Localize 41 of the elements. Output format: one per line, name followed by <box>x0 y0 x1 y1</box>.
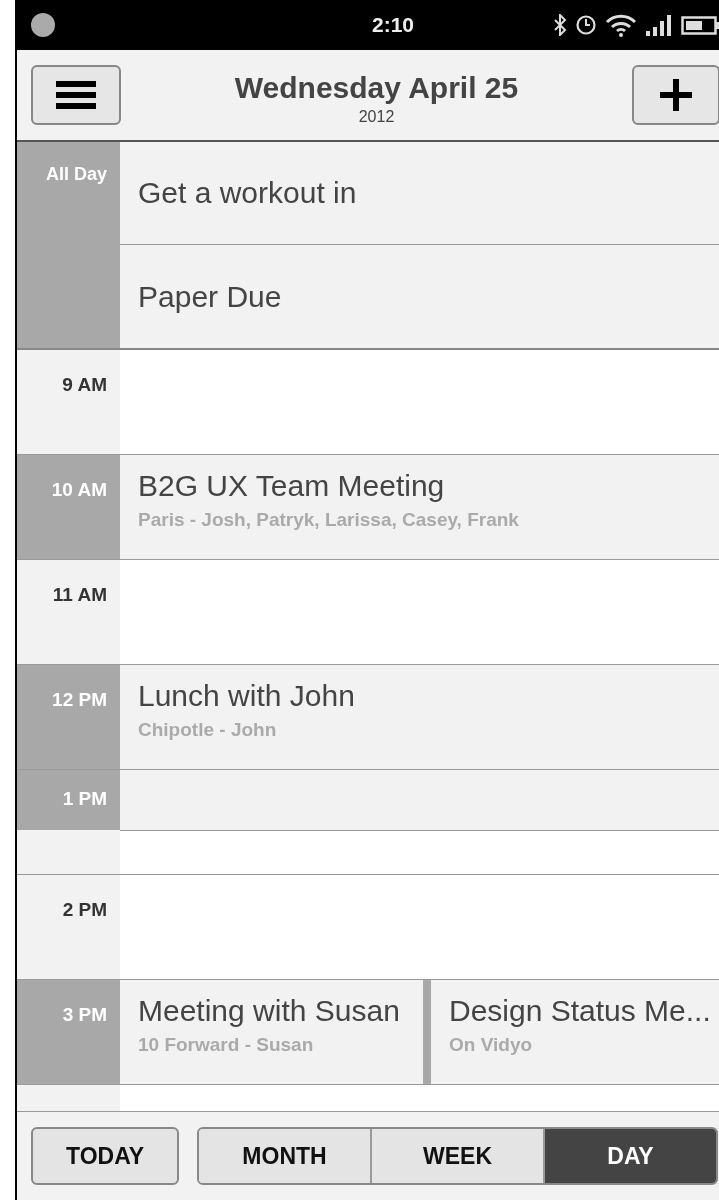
bluetooth-icon <box>553 14 567 36</box>
add-button[interactable] <box>632 65 719 125</box>
view-tab[interactable]: MONTH <box>199 1129 372 1183</box>
event-title: Meeting with Susan <box>138 994 401 1028</box>
today-button[interactable]: TODAY <box>31 1127 179 1185</box>
event-title: Lunch with John <box>138 679 356 713</box>
battery-icon <box>681 13 719 37</box>
hour-label: 3 PM <box>62 1004 107 1026</box>
event-detail: On Vidyo <box>449 1034 534 1056</box>
event-title: Get a workout in <box>138 176 357 210</box>
wifi-icon <box>605 13 637 37</box>
camera-dot-icon <box>31 13 55 37</box>
year-label: 2012 <box>358 107 395 126</box>
event-cell[interactable]: Paper Due <box>120 245 719 348</box>
clock-icon <box>575 14 597 36</box>
plus-icon <box>659 78 693 112</box>
hour-label: 12 PM <box>52 689 107 711</box>
event-detail: Chipotle - John <box>138 719 278 741</box>
menu-button[interactable] <box>31 65 121 125</box>
hour-label: 11 AM <box>52 584 107 606</box>
date-title: Wednesday April 25 <box>234 70 519 105</box>
event-title: Paper Due <box>138 279 282 314</box>
hour-label: 9 AM <box>62 374 107 396</box>
event-cell[interactable]: Get a workout in <box>120 142 719 245</box>
event-cell[interactable]: Meeting with Susan 10 Forward - Susan <box>120 980 423 1084</box>
event-title: Design Status Me... <box>449 994 712 1028</box>
event-cell[interactable]: Lunch with John Chipotle - John <box>120 665 719 769</box>
hour-label: 1 PM <box>62 788 107 810</box>
hour-label: 2 PM <box>62 899 107 921</box>
event-cell[interactable]: B2G UX Team Meeting Paris - Josh, Patryk, Larissa, Casey, Frank <box>120 455 719 559</box>
event-detail: Paris - Josh, Patryk, Larissa, Casey, Frank <box>138 509 520 531</box>
menu-icon <box>56 79 96 111</box>
view-tab[interactable]: WEEK <box>372 1129 545 1183</box>
all-day-label: All Day <box>45 164 107 185</box>
status-time: 2:10 <box>372 13 415 37</box>
hour-label: 10 AM <box>51 479 107 501</box>
view-tab[interactable]: DAY <box>545 1129 716 1183</box>
signal-icon <box>645 13 673 37</box>
event-cell[interactable]: Design Status Me... On Vidyo <box>431 980 719 1084</box>
event-detail: 10 Forward - Susan <box>138 1034 315 1056</box>
event-title: B2G UX Team Meeting <box>138 469 446 503</box>
